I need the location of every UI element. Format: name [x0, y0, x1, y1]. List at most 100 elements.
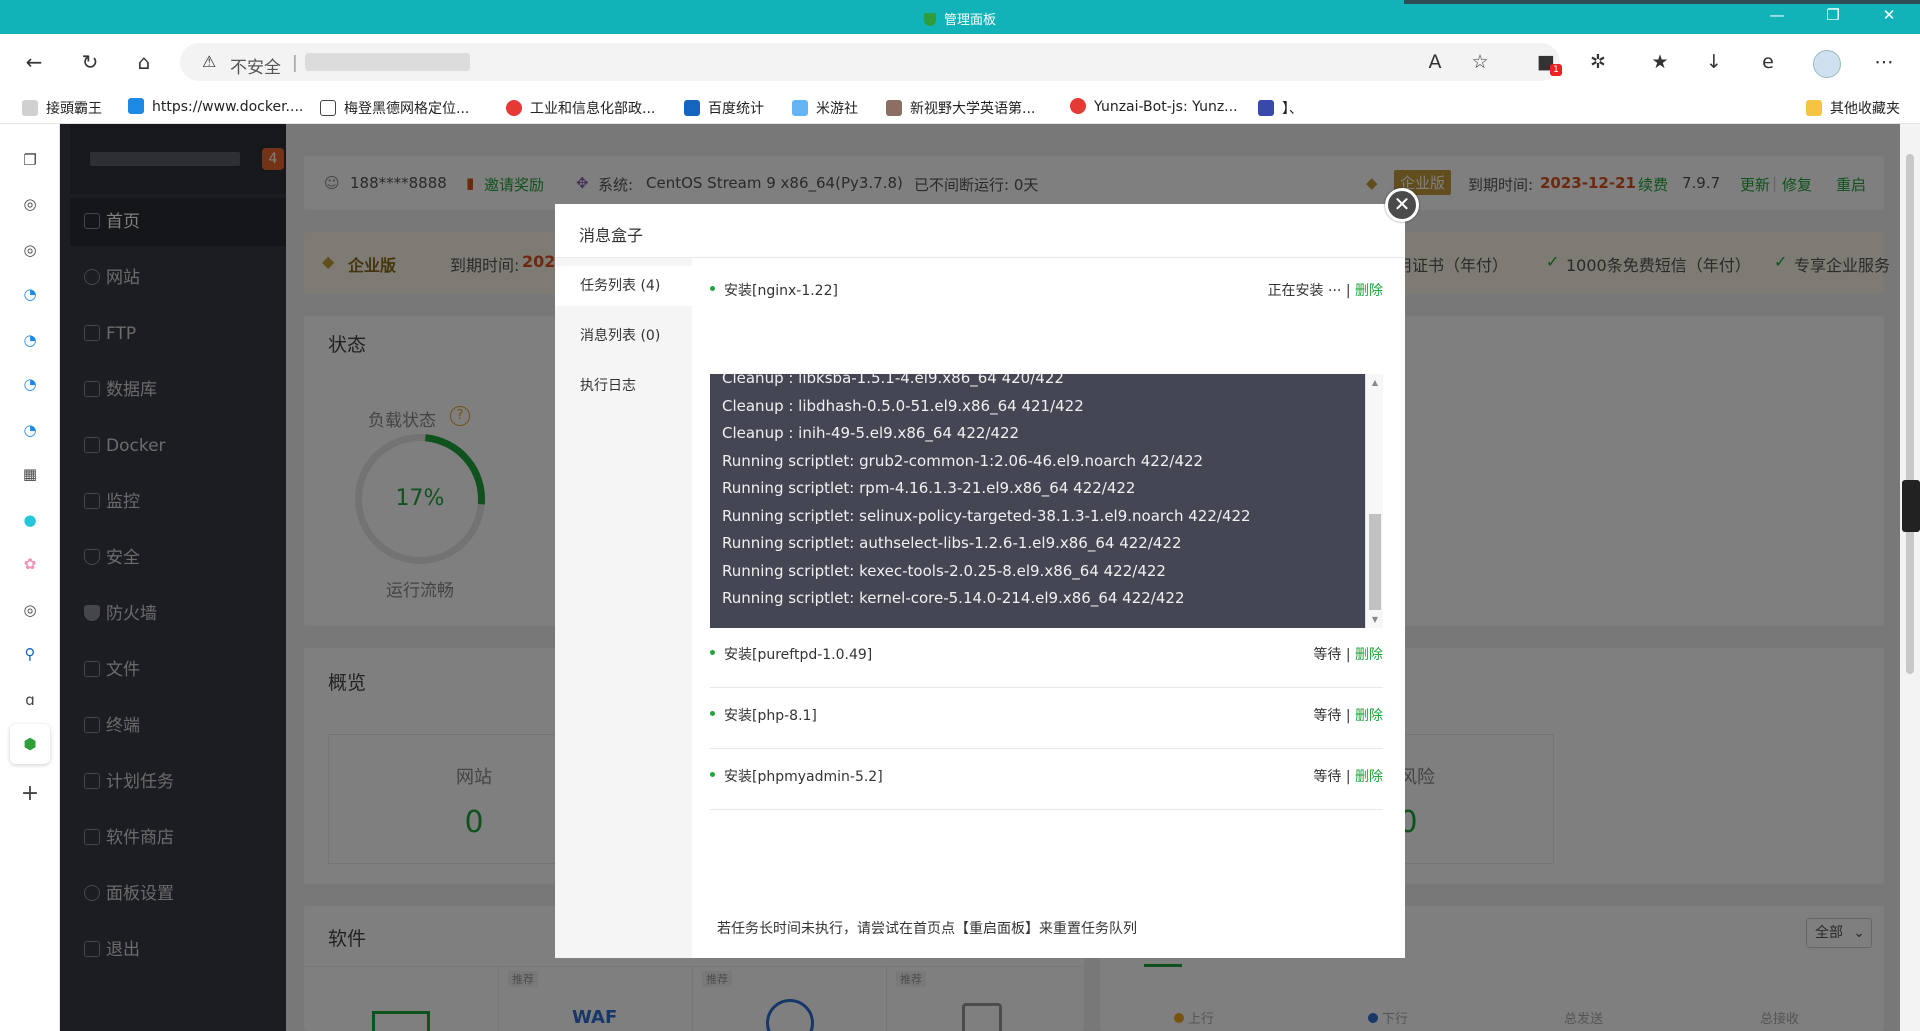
- task-status-text: 等待: [1313, 769, 1342, 785]
- task-status-text: 等待: [1313, 708, 1342, 724]
- task-separator: |: [1345, 708, 1351, 724]
- page-scrollbar[interactable]: [1900, 124, 1920, 1031]
- miyoushe-icon: [792, 100, 808, 116]
- add-favorite-icon[interactable]: ☆: [1466, 48, 1494, 76]
- close-window-button[interactable]: ✕: [1874, 6, 1904, 24]
- warning-icon: ⚠: [202, 52, 217, 71]
- github-icon[interactable]: ◎: [20, 600, 40, 620]
- task-name: 安装[nginx-1.22]: [724, 283, 838, 299]
- log-scrollbar-thumb[interactable]: [1369, 514, 1381, 610]
- bookmark-item[interactable]: 米游社: [792, 98, 858, 118]
- miit-icon: [506, 100, 522, 116]
- minimize-button[interactable]: —: [1762, 6, 1792, 24]
- bookmark-item[interactable]: 百度统计: [684, 98, 764, 118]
- log-line: Cleanup : inih-49-5.el9.x86_64 422/422: [722, 424, 1020, 442]
- bookmark-item[interactable]: 新视野大学英语第...: [886, 98, 1035, 118]
- task-row: 安装[pureftpd-1.0.49] 等待 | 删除: [710, 628, 1383, 688]
- task-delete-link[interactable]: 删除: [1355, 708, 1383, 724]
- bowtie-icon: [1258, 100, 1274, 116]
- address-bar[interactable]: ⚠ 不安全 |: [180, 43, 1560, 81]
- bookmark-label: 工业和信息化部政...: [530, 101, 656, 117]
- tab-actions-icon[interactable]: ❐: [20, 150, 40, 170]
- bookmark-item[interactable]: Yunzai-Bot-js: Yunz...: [1070, 98, 1238, 115]
- tab-message-list[interactable]: 消息列表 (0): [555, 316, 692, 356]
- tab-task-list[interactable]: 任务列表 (4): [555, 266, 692, 306]
- read-aloud-icon[interactable]: A: [1421, 48, 1449, 76]
- log-line: Running scriptlet: rpm-4.16.1.3-21.el9.x…: [722, 479, 1136, 497]
- task-status-text: 正在安装 ···: [1267, 283, 1342, 299]
- folder-icon: [1806, 100, 1822, 116]
- downloads-icon[interactable]: ↓: [1700, 48, 1728, 76]
- log-line: Running scriptlet: selinux-policy-target…: [722, 506, 1251, 525]
- other-favorites[interactable]: 其他收藏夹: [1806, 98, 1900, 118]
- bookmark-label: 米游社: [816, 101, 858, 117]
- favorites-icon[interactable]: ★: [1646, 48, 1674, 76]
- modal-header: 消息盒子: [555, 204, 1405, 258]
- tab-exec-log[interactable]: 执行日志: [555, 366, 692, 406]
- scroll-up-icon[interactable]: ▲: [1366, 378, 1384, 387]
- app-icon[interactable]: ●: [20, 510, 40, 530]
- task-delete-link[interactable]: 删除: [1355, 769, 1383, 785]
- titlebar-accent: [1404, 0, 1920, 4]
- task-status: 正在安装 ··· | 删除: [1268, 280, 1383, 300]
- log-lines: Cleanup : libksba-1.5.1-4.el9.x86_64 420…: [722, 374, 1362, 613]
- task-row: 安装[nginx-1.22] 正在安装 ··· | 删除: [710, 264, 1383, 324]
- task-delete-link[interactable]: 删除: [1355, 283, 1383, 299]
- task-status-dot: [710, 650, 715, 655]
- app-icon[interactable]: ɑ: [20, 690, 40, 710]
- sync-icon[interactable]: ◔: [20, 374, 40, 394]
- collections-icon[interactable]: e: [1754, 48, 1782, 76]
- bookmark-item[interactable]: 】、: [1258, 98, 1303, 118]
- task-row: 安装[php-8.1] 等待 | 删除: [710, 689, 1383, 749]
- task-separator: |: [1345, 647, 1351, 663]
- log-line: Running scriptlet: kernel-core-5.14.0-21…: [722, 589, 1185, 607]
- gitee-icon: [1070, 98, 1086, 114]
- log-line: Running scriptlet: authselect-libs-1.2.6…: [722, 534, 1182, 552]
- log-line: Running scriptlet: grub2-common-1:2.06-4…: [722, 451, 1204, 470]
- extension-count-badge: 1: [1550, 64, 1562, 76]
- sync-icon[interactable]: ◔: [20, 330, 40, 350]
- task-status: 等待 | 删除: [1313, 644, 1383, 664]
- bookmark-item[interactable]: 梅登黑德网格定位...: [320, 98, 469, 118]
- profile-avatar[interactable]: [1813, 50, 1841, 78]
- home-icon[interactable]: ⌂: [130, 48, 158, 76]
- bookmark-label: https://www.docker....: [152, 99, 304, 115]
- docker-whale-icon: [128, 98, 144, 114]
- window-title-text: 管理面板: [943, 13, 996, 28]
- search-icon[interactable]: ⚲: [20, 644, 40, 664]
- task-separator: |: [1345, 283, 1351, 299]
- scroll-down-icon[interactable]: ▼: [1366, 615, 1384, 624]
- github-icon[interactable]: ◎: [20, 240, 40, 260]
- log-line: Running scriptlet: kexec-tools-2.0.25-8.…: [722, 561, 1166, 580]
- flower-icon[interactable]: ✿: [20, 554, 40, 574]
- bookmark-item[interactable]: 接頭霸王: [22, 98, 102, 118]
- scrollbar-thumb[interactable]: [1906, 154, 1914, 674]
- restore-button[interactable]: ❐: [1818, 6, 1848, 24]
- task-delete-link[interactable]: 删除: [1355, 647, 1383, 663]
- more-menu-icon[interactable]: ⋯: [1870, 48, 1898, 76]
- sync-icon[interactable]: ◔: [20, 284, 40, 304]
- close-modal-button[interactable]: ✕: [1385, 188, 1419, 222]
- log-scrollbar[interactable]: ▲ ▼: [1365, 374, 1383, 628]
- install-log-output[interactable]: Cleanup : libksba-1.5.1-4.el9.x86_64 420…: [710, 374, 1383, 628]
- extensions-icon[interactable]: ✲: [1584, 48, 1612, 76]
- bookmark-label: Yunzai-Bot-js: Yunz...: [1094, 99, 1238, 115]
- bookmark-item[interactable]: https://www.docker....: [128, 98, 303, 115]
- task-name: 安装[php-8.1]: [724, 708, 817, 724]
- add-icon[interactable]: +: [20, 783, 40, 805]
- panel-shield-icon[interactable]: ⬢: [10, 724, 50, 764]
- browser-sidebar: ❐ ◎ ◎ ◔ ◔ ◔ ◔ ▦ ● ✿ ◎ ⚲ ɑ ⬢ +: [0, 124, 60, 1031]
- github-icon[interactable]: ◎: [20, 194, 40, 214]
- sync-icon[interactable]: ◔: [20, 420, 40, 440]
- insecure-label: 不安全: [230, 58, 281, 78]
- back-arrow-icon[interactable]: ←: [20, 48, 48, 76]
- calendar-icon[interactable]: ▦: [20, 464, 40, 484]
- bookmark-item[interactable]: 工业和信息化部政...: [506, 98, 655, 118]
- task-name: 安装[phpmyadmin-5.2]: [724, 769, 883, 785]
- bookmark-favicon-icon: [22, 100, 38, 116]
- task-status-dot: [710, 286, 715, 291]
- refresh-icon[interactable]: ↻: [76, 48, 104, 76]
- scroll-widget[interactable]: [1902, 480, 1920, 532]
- url-separator: |: [292, 53, 298, 73]
- bookmark-label: 新视野大学英语第...: [910, 101, 1036, 117]
